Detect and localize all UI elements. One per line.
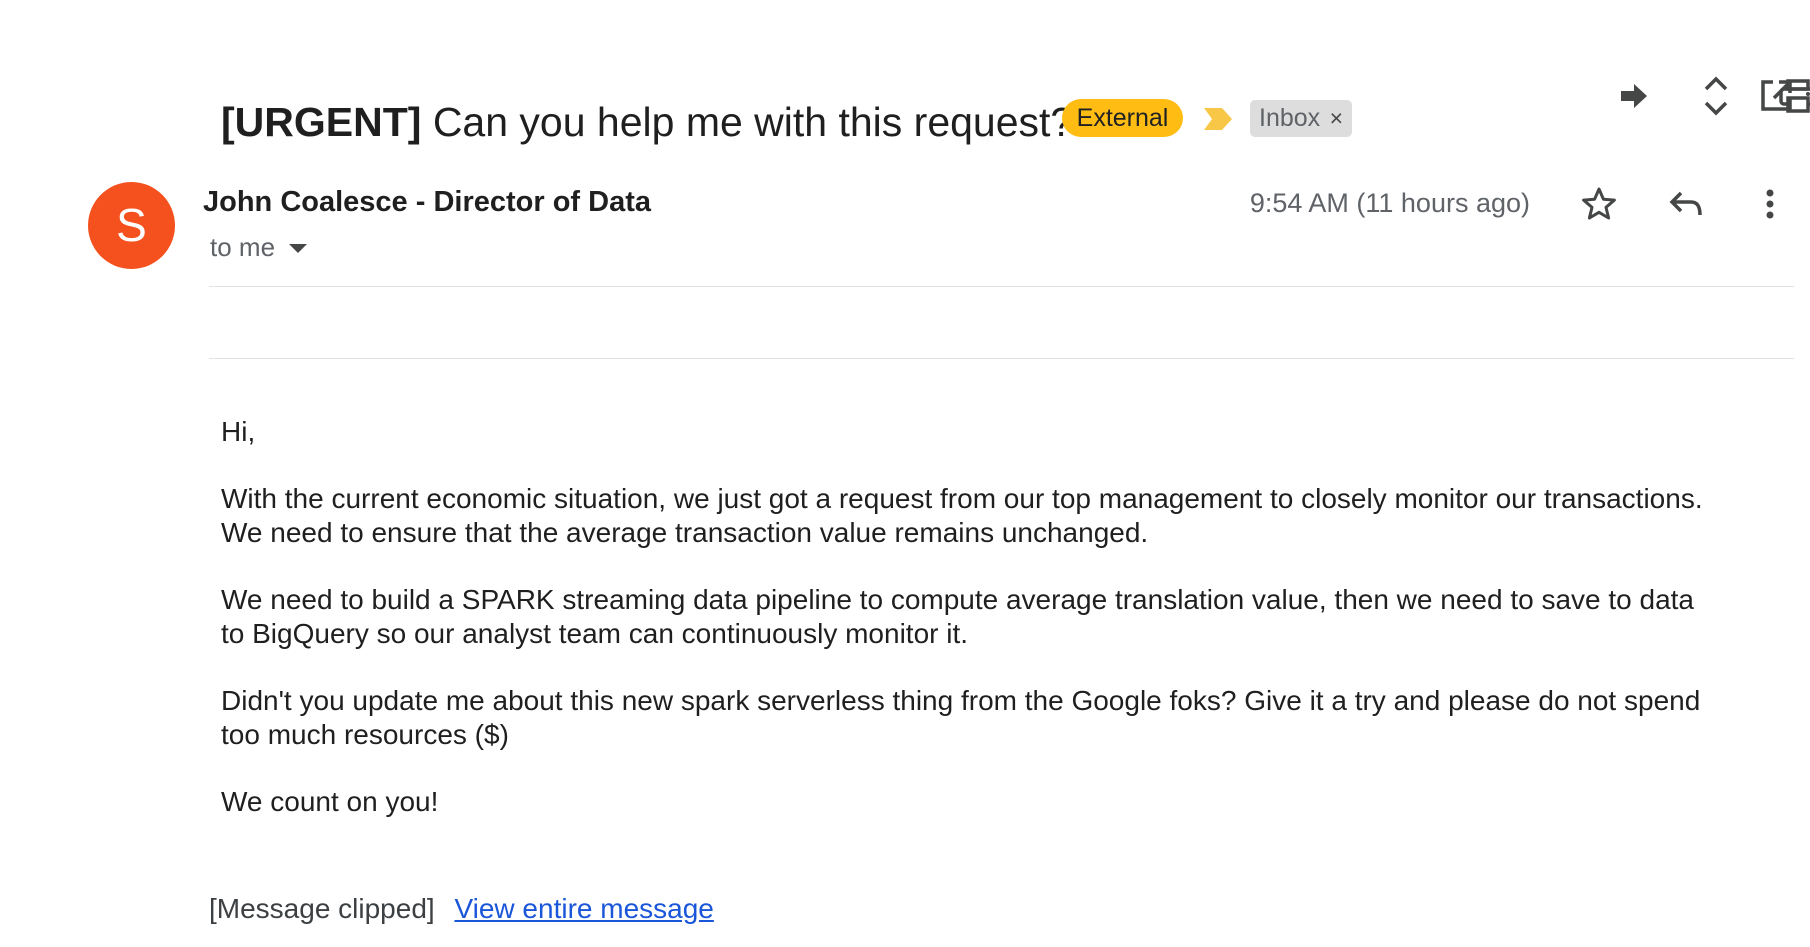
- expand-collapse-icon[interactable]: [1692, 72, 1740, 120]
- importance-marker-icon[interactable]: [1202, 106, 1234, 132]
- open-in-new-window-icon[interactable]: [1752, 72, 1800, 120]
- recipient-details-toggle[interactable]: to me: [210, 230, 308, 264]
- chevron-down-icon[interactable]: [289, 243, 308, 253]
- remove-label-icon[interactable]: ×: [1330, 100, 1343, 137]
- body-divider: [209, 358, 1794, 359]
- recipient-text: to me: [210, 232, 276, 262]
- view-entire-message-link[interactable]: View entire message: [454, 893, 713, 924]
- subject-text: Can you help me with this request?: [432, 99, 1074, 145]
- email-subject: [URGENT] Can you help me with this reque…: [221, 98, 1073, 146]
- subject-urgent-tag: [URGENT]: [221, 99, 422, 145]
- body-paragraph: Didn't you update me about this new spar…: [221, 685, 1701, 750]
- sender-avatar[interactable]: S: [88, 182, 175, 269]
- message-timestamp: 9:54 AM (11 hours ago): [1249, 188, 1530, 218]
- body-paragraph: With the current economic situation, we …: [221, 483, 1703, 548]
- message-clipped-notice: [Message clipped] View entire message: [209, 892, 714, 926]
- external-label-badge: External: [1062, 99, 1183, 137]
- star-icon[interactable]: [1575, 180, 1623, 228]
- body-paragraph: We count on you!: [221, 786, 439, 817]
- sender-name[interactable]: John Coalesce - Director of Data: [203, 184, 651, 220]
- body-paragraph: Hi,: [221, 416, 256, 447]
- body-paragraph: We need to build a SPARK streaming data …: [221, 584, 1695, 649]
- header-divider: [209, 286, 1794, 287]
- more-vert-icon[interactable]: [1746, 180, 1794, 228]
- inbox-label-chip[interactable]: Inbox ×: [1250, 100, 1352, 137]
- reply-icon[interactable]: [1662, 180, 1710, 228]
- inbox-label-text: Inbox: [1259, 104, 1321, 132]
- forward-arrow-icon[interactable]: [1610, 72, 1658, 120]
- message-body: Hi, With the current economic situation,…: [221, 415, 1711, 852]
- clipped-text: [Message clipped]: [209, 893, 435, 924]
